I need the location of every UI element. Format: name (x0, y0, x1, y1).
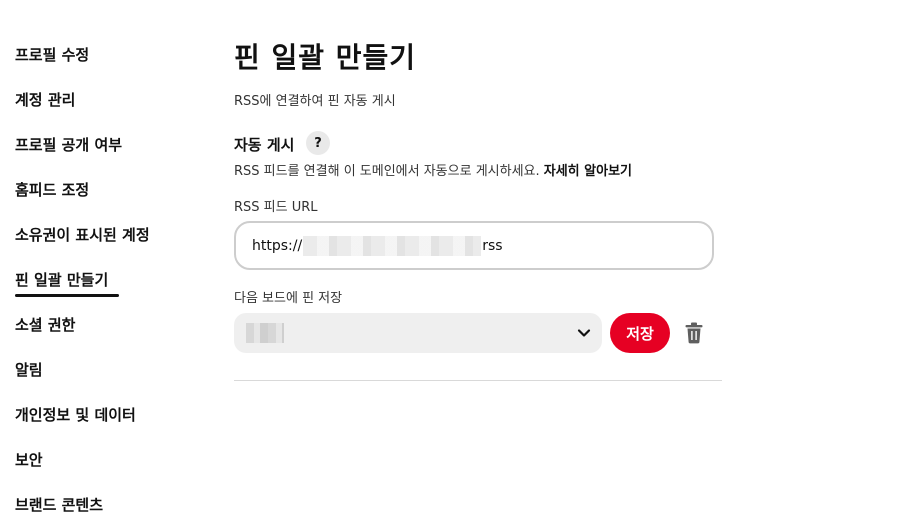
page-title: 핀 일괄 만들기 (234, 41, 417, 74)
sidebar-item-security[interactable]: 보안 (15, 449, 43, 470)
help-icon[interactable]: ? (306, 131, 330, 155)
settings-sidebar: 프로필 수정 계정 관리 프로필 공개 여부 홈피드 조정 소유권이 표시된 계… (0, 0, 200, 528)
sidebar-item-account-management[interactable]: 계정 관리 (15, 89, 75, 110)
redacted-board-name (246, 323, 284, 343)
rss-url-prefix: https:// (252, 237, 303, 254)
sidebar-item-claimed-accounts[interactable]: 소유권이 표시된 계정 (15, 224, 150, 245)
sidebar-item-home-feed-tuner[interactable]: 홈피드 조정 (15, 179, 89, 200)
section-divider (234, 380, 722, 381)
chevron-down-icon (577, 329, 591, 337)
sidebar-item-social-permissions[interactable]: 소셜 권한 (15, 314, 75, 335)
sidebar-item-profile-visibility[interactable]: 프로필 공개 여부 (15, 134, 122, 155)
active-item-underline (15, 294, 119, 297)
section-description: RSS 피드를 연결해 이 도메인에서 자동으로 게시하세요. 자세히 알아보기 (234, 160, 632, 179)
redacted-url-segment (303, 235, 482, 256)
page-subtitle: RSS에 연결하여 핀 자동 게시 (234, 94, 396, 109)
board-select[interactable] (234, 313, 602, 353)
sidebar-item-edit-profile[interactable]: 프로필 수정 (15, 44, 89, 65)
sidebar-item-notifications[interactable]: 알림 (15, 359, 43, 380)
sidebar-item-branded-content[interactable]: 브랜드 콘텐츠 (15, 494, 103, 515)
rss-url-suffix: rss (482, 237, 503, 254)
rss-url-label: RSS 피드 URL (234, 200, 318, 215)
sidebar-item-privacy-data[interactable]: 개인정보 및 데이터 (15, 404, 136, 425)
trash-icon[interactable] (684, 322, 704, 344)
sidebar-item-bulk-create-pins[interactable]: 핀 일괄 만들기 (15, 269, 108, 290)
save-button[interactable]: 저장 (610, 313, 670, 353)
learn-more-link[interactable]: 자세히 알아보기 (544, 164, 632, 179)
board-select-label: 다음 보드에 핀 저장 (234, 291, 343, 306)
rss-url-input[interactable]: https:// rss (234, 221, 714, 270)
section-description-text: RSS 피드를 연결해 이 도메인에서 자동으로 게시하세요. (234, 164, 540, 179)
main-content: 핀 일괄 만들기 RSS에 연결하여 핀 자동 게시 자동 게시 ? RSS 피… (234, 0, 918, 528)
section-title: 자동 게시 (234, 136, 295, 154)
